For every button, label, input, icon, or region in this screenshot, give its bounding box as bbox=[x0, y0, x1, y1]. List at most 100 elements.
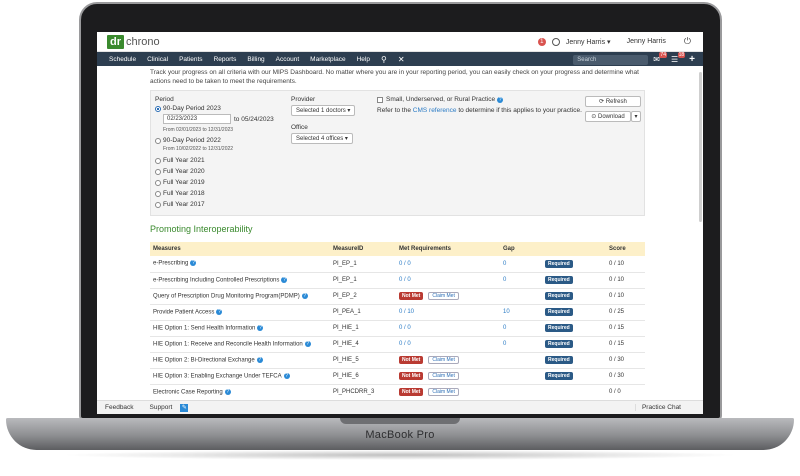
measure-cell: Query of Prescription Drug Monitoring Pr… bbox=[150, 288, 330, 305]
help-icon[interactable]: ? bbox=[224, 388, 231, 395]
cms-reference-link[interactable]: CMS reference bbox=[413, 107, 457, 114]
score-cell: 0 / 30 bbox=[606, 352, 645, 369]
download-button[interactable]: ⊙ Download bbox=[585, 111, 631, 122]
gap-value-link[interactable]: 10 bbox=[503, 309, 510, 315]
met-value-link[interactable]: 0 / 0 bbox=[399, 325, 411, 331]
measure-id-cell: PI_EP_1 bbox=[330, 272, 396, 289]
measure-name: HIE Option 2: Bi-Directional Exchange bbox=[153, 357, 255, 364]
messages-icon[interactable]: ✉ 74 bbox=[653, 52, 667, 64]
support-link[interactable]: Support bbox=[150, 404, 173, 411]
radio-label: 90-Day Period 2022 bbox=[163, 137, 221, 144]
user-secondary[interactable]: Jenny Harris bbox=[627, 38, 666, 45]
met-value-link[interactable]: 0 / 0 bbox=[399, 277, 411, 283]
gap-value-link[interactable]: 0 bbox=[503, 325, 506, 331]
met-value-link[interactable]: 0 / 0 bbox=[399, 341, 411, 347]
edit-icon[interactable]: ✎ bbox=[180, 403, 189, 412]
measure-cell: HIE Option 1: Send Health Information? bbox=[150, 320, 330, 337]
met-requirements-cell: Not Met Claim Met bbox=[396, 352, 500, 369]
period-option-90-2023[interactable]: 90-Day Period 2023 bbox=[155, 105, 221, 112]
required-cell bbox=[542, 384, 606, 400]
score-cell: 0 / 25 bbox=[606, 304, 645, 321]
feedback-link[interactable]: Feedback bbox=[105, 404, 134, 411]
column-header bbox=[542, 242, 606, 256]
office-select[interactable]: Selected 4 offices ▾ bbox=[291, 133, 353, 144]
power-icon[interactable]: ⏻ bbox=[684, 36, 691, 47]
pin-icon[interactable]: ⚲ bbox=[381, 55, 387, 64]
start-date-input[interactable]: 02/23/2023 bbox=[163, 114, 231, 124]
radio-label: Full Year 2017 bbox=[163, 201, 205, 208]
provider-select[interactable]: Selected 1 doctors ▾ bbox=[291, 105, 356, 116]
gap-value-link[interactable]: 0 bbox=[503, 341, 506, 347]
refresh-label: Refresh bbox=[605, 99, 627, 105]
nav-item-help[interactable]: Help bbox=[357, 56, 370, 63]
met-value-link[interactable]: 0 / 0 bbox=[399, 261, 411, 267]
help-icon[interactable]: ? bbox=[216, 308, 223, 315]
gap-value-link[interactable]: 0 bbox=[503, 277, 506, 283]
intro-text: Track your progress on all criteria with… bbox=[150, 69, 639, 85]
table-row: HIE Option 3: Enabling Exchange Under TE… bbox=[150, 368, 645, 385]
help-icon[interactable]: ? bbox=[256, 356, 263, 363]
period-option-2017[interactable]: Full Year 2017 bbox=[155, 201, 205, 208]
measure-name: HIE Option 1: Send Health Information bbox=[153, 325, 256, 332]
required-badge: Required bbox=[545, 340, 573, 348]
period-option-2021[interactable]: Full Year 2021 bbox=[155, 157, 205, 164]
logo[interactable]: dr chrono bbox=[107, 34, 160, 49]
required-cell: Required bbox=[542, 304, 606, 321]
main-nav: Schedule Clinical Patients Reports Billing Ac… bbox=[97, 52, 703, 66]
measure-id-cell: PI_HIE_4 bbox=[330, 336, 396, 353]
practice-chat-button[interactable]: Practice Chat bbox=[634, 404, 681, 411]
help-icon[interactable]: ? bbox=[497, 96, 504, 103]
nav-item-patients[interactable]: Patients bbox=[179, 56, 203, 63]
close-icon[interactable]: ✕ bbox=[398, 55, 405, 64]
table-row: Provide Patient Access? PI_PEA_1 0 / 10 10 R… bbox=[150, 304, 645, 321]
period-option-2018[interactable]: Full Year 2018 bbox=[155, 190, 205, 197]
met-value-link[interactable]: 0 / 10 bbox=[399, 309, 414, 315]
nav-item-billing[interactable]: Billing bbox=[247, 56, 264, 63]
claim-met-button[interactable]: Claim Met bbox=[428, 356, 459, 364]
nav-item-account[interactable]: Account bbox=[276, 56, 300, 63]
claim-met-button[interactable]: Claim Met bbox=[428, 372, 459, 380]
measure-id-cell: PI_PHCDRR_3 bbox=[330, 384, 396, 400]
nav-item-reports[interactable]: Reports bbox=[214, 56, 237, 63]
section-title: Promoting Interoperability bbox=[150, 224, 253, 234]
measure-name: Electronic Case Reporting bbox=[153, 389, 223, 396]
alert-icon[interactable]: 1 bbox=[537, 37, 546, 46]
help-icon[interactable]: ? bbox=[301, 292, 308, 299]
help-icon[interactable]: ? bbox=[283, 372, 290, 379]
table-row: e-Prescribing? PI_EP_1 0 / 0 0 Required 0 / 1… bbox=[150, 256, 645, 273]
user-name: Jenny Harris bbox=[565, 38, 606, 46]
column-header: MeasureID bbox=[330, 242, 396, 256]
claim-met-button[interactable]: Claim Met bbox=[428, 388, 459, 396]
measure-name: e-Prescribing Including Controlled Presc… bbox=[153, 277, 280, 284]
measures-table: Measures MeasureID Met Requirements Gap Scor… bbox=[150, 242, 645, 400]
help-icon[interactable]: ? bbox=[257, 324, 264, 331]
download-dropdown-button[interactable]: ▾ bbox=[631, 111, 641, 122]
scrollbar[interactable] bbox=[699, 72, 702, 222]
period-option-90-2022[interactable]: 90-Day Period 2022 bbox=[155, 137, 221, 144]
range-note-2023: From 02/01/2023 to 12/31/2023 bbox=[163, 127, 234, 133]
required-badge: Required bbox=[545, 372, 573, 380]
help-icon[interactable]: ? bbox=[281, 276, 288, 283]
not-met-badge: Not Met bbox=[399, 292, 424, 300]
search-input[interactable]: Search bbox=[573, 54, 649, 65]
gap-value-link[interactable]: 0 bbox=[503, 261, 506, 267]
met-requirements-cell: Not Met Claim Met bbox=[396, 288, 500, 305]
required-cell: Required bbox=[542, 352, 606, 369]
table-row: HIE Option 1: Send Health Information? PI… bbox=[150, 320, 645, 337]
help-icon[interactable]: ? bbox=[304, 340, 311, 347]
nav-item-clinical[interactable]: Clinical bbox=[147, 56, 168, 63]
gap-cell: 10 bbox=[500, 304, 542, 321]
gap-cell bbox=[500, 384, 542, 400]
user-menu[interactable]: Jenny Harris ▾ bbox=[566, 38, 611, 46]
nav-item-schedule[interactable]: Schedule bbox=[109, 56, 136, 63]
tasks-icon[interactable]: ☰ 18 bbox=[671, 52, 686, 64]
add-icon[interactable]: + bbox=[689, 54, 695, 65]
refresh-button[interactable]: ⟳ Refresh bbox=[585, 96, 641, 107]
period-option-2020[interactable]: Full Year 2020 bbox=[155, 168, 205, 175]
help-icon[interactable]: ? bbox=[190, 260, 197, 267]
table-header-row: Measures MeasureID Met Requirements Gap Scor… bbox=[150, 242, 645, 256]
nav-item-marketplace[interactable]: Marketplace bbox=[310, 56, 345, 63]
period-option-2019[interactable]: Full Year 2019 bbox=[155, 179, 205, 186]
rural-practice-checkbox[interactable]: Small, Underserved, or Rural Practice? bbox=[377, 96, 504, 103]
claim-met-button[interactable]: Claim Met bbox=[428, 292, 459, 300]
